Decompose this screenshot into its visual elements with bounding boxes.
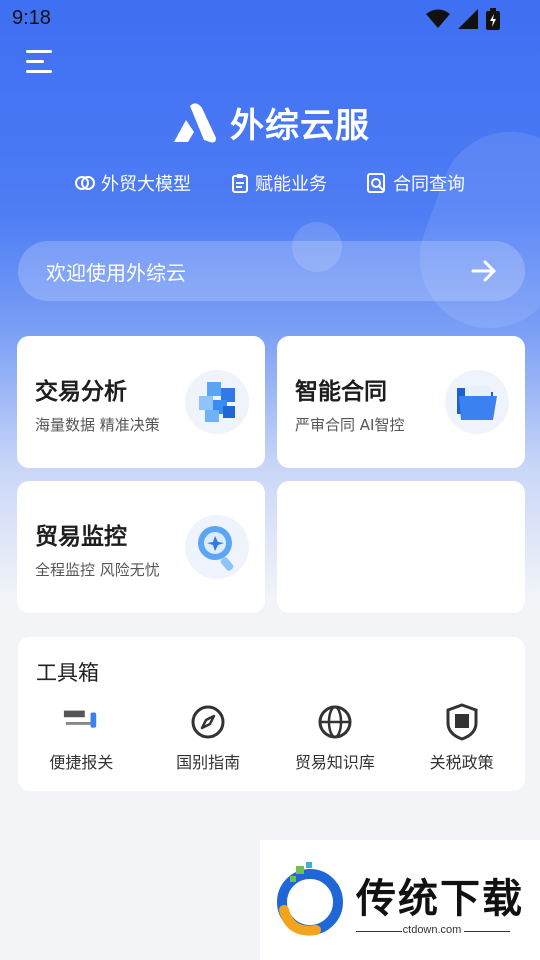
watermark: 传统下载 ctdown.com — [260, 840, 540, 960]
card-subtitle: 严审合同 AI智控 — [295, 416, 405, 434]
status-time: 9:18 — [12, 7, 51, 29]
toolbox-title: 工具箱 — [36, 661, 99, 685]
signal-icon — [458, 9, 478, 29]
globe-icon — [316, 703, 354, 741]
tool-label: 便捷报关 — [49, 753, 114, 772]
toolbox: 工具箱 便捷报关 国别指南 贸易知识库 关税政策 — [18, 637, 525, 791]
welcome-text: 欢迎使用外综云 — [46, 260, 186, 285]
quick-link-ai-model[interactable]: 外贸大模型 — [75, 170, 191, 196]
status-bar: 9:18 — [0, 0, 540, 36]
watermark-url: ctdown.com — [402, 924, 462, 936]
compass-icon — [189, 703, 227, 741]
cubes-icon — [185, 370, 249, 434]
card-trade-monitoring[interactable]: 贸易监控 全程监控 风险无忧 — [17, 481, 265, 613]
tool-label: 关税政策 — [429, 753, 494, 772]
brand-header: 外综云服 — [0, 98, 540, 147]
card-trade-analysis[interactable]: 交易分析 海量数据 精准决策 — [17, 336, 265, 468]
quick-link-label: 合同查询 — [393, 174, 465, 195]
quick-link-label: 外贸大模型 — [101, 174, 191, 195]
quick-link-label: 赋能业务 — [255, 174, 327, 195]
doc-search-icon — [367, 173, 385, 193]
card-title: 智能合同 — [295, 379, 387, 405]
card-title: 贸易监控 — [35, 524, 127, 550]
watermark-divider — [464, 931, 510, 932]
tool-country-guide[interactable]: 国别指南 — [145, 703, 272, 773]
status-icons — [426, 8, 500, 30]
watermark-title: 传统下载 — [356, 876, 524, 922]
quick-links: 外贸大模型 赋能业务 合同查询 — [0, 170, 540, 196]
battery-icon — [486, 8, 500, 30]
tool-customs-declaration[interactable]: 便捷报关 — [18, 703, 145, 773]
welcome-search-bar[interactable]: 欢迎使用外综云 — [18, 241, 525, 301]
magnifier-icon — [185, 515, 249, 579]
tool-trade-knowledge-base[interactable]: 贸易知识库 — [272, 703, 399, 773]
watermark-logo — [277, 862, 343, 936]
clipboard-icon — [232, 174, 248, 193]
tool-label: 贸易知识库 — [294, 753, 375, 772]
quick-link-empower-business[interactable]: 赋能业务 — [231, 170, 327, 196]
folder-icon — [445, 370, 509, 434]
tool-label: 国别指南 — [176, 753, 241, 772]
brain-icon — [75, 176, 95, 190]
app-title: 外综云服 — [230, 106, 370, 146]
arrow-right-icon[interactable] — [471, 259, 497, 283]
card-subtitle: 全程监控 风险无忧 — [35, 561, 160, 579]
tool-tariff-policy[interactable]: 关税政策 — [398, 703, 525, 773]
card-title: 交易分析 — [35, 379, 127, 405]
card-subtitle: 海量数据 精准决策 — [35, 416, 160, 434]
toolbox-items: 便捷报关 国别指南 贸易知识库 关税政策 — [18, 703, 525, 773]
card-empty — [277, 481, 525, 613]
tax-shield-icon — [443, 703, 481, 741]
quick-link-contract-query[interactable]: 合同查询 — [367, 170, 465, 196]
wifi-icon — [426, 9, 450, 28]
menu-button[interactable] — [26, 50, 54, 74]
card-smart-contract[interactable]: 智能合同 严审合同 AI智控 — [277, 336, 525, 468]
logo-icon — [174, 102, 216, 142]
customs-doc-icon — [62, 703, 100, 741]
